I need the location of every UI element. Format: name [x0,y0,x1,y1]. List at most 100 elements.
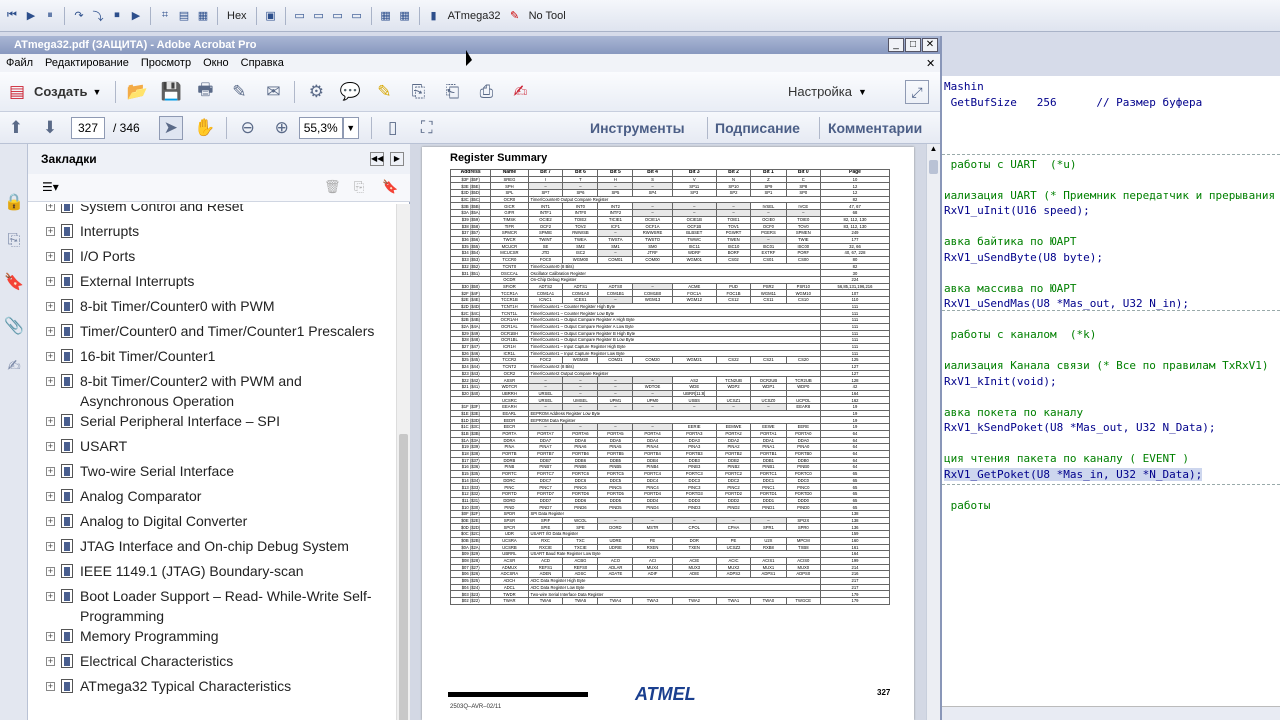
options-icon[interactable]: ☰▾ [42,180,59,194]
bookmark-icon[interactable]: 🔖 [4,272,24,294]
minimize-button[interactable]: _ [888,38,904,52]
lock-icon[interactable]: 🔒 [4,192,24,214]
code-line[interactable]: иализация Канала связи (* Все по правила… [944,359,1269,372]
comment-icon[interactable]: 💬 [338,80,362,104]
new-bookmark-icon[interactable]: ⎘ [354,179,364,195]
expand-icon[interactable]: + [46,252,55,261]
close-button[interactable]: ✕ [922,38,938,52]
close-doc-icon[interactable]: ✕ [926,57,935,70]
scroll-thumb[interactable] [399,434,408,720]
code-line[interactable]: работы с UART (*u) [944,158,1077,171]
expand-icon[interactable]: + [46,227,55,236]
create-button[interactable]: Создать [34,84,87,99]
delete-icon[interactable]: 🗑 [324,179,341,195]
menu-window[interactable]: Окно [197,57,235,69]
bookmark-item[interactable]: + Memory Programming [28,626,396,646]
page-number-input[interactable]: 327 [71,116,105,139]
zoom-in-icon[interactable]: ⊕ [270,116,294,140]
hand-tool-icon[interactable]: ✋ [193,116,217,140]
step-over-icon[interactable]: ⤵ [90,8,106,24]
code-line[interactable]: RxV1_uInit(U16 speed); [944,204,1090,217]
next-page-icon[interactable]: ⬇ [38,116,62,140]
fit-width-icon[interactable]: ⛶ [415,116,439,140]
grid-icon[interactable]: ▦ [378,8,394,24]
bookmark-item[interactable]: + USART [28,436,396,456]
document-scrollbar[interactable]: ▲ [926,144,940,720]
expand-icon[interactable]: + [46,417,55,426]
code-line[interactable]: авка покета по каналу [944,406,1083,419]
expand-icon[interactable]: + [46,467,55,476]
expand-icon[interactable]: + [46,327,55,336]
expand-icon[interactable]: + [46,517,55,526]
email-icon[interactable]: ✉ [261,80,285,104]
hex-toggle[interactable]: Hex [224,10,250,22]
scroll-up-icon[interactable]: ▲ [928,144,939,158]
run-icon[interactable]: ▶ [23,8,39,24]
save-icon[interactable]: 💾 [159,80,183,104]
menu-help[interactable]: Справка [235,57,290,69]
highlight-icon[interactable]: ✎ [372,80,396,104]
attach-icon[interactable]: ⎗ [440,80,464,104]
expand-icon[interactable]: + [46,204,55,211]
bookmark-item[interactable]: + IEEE 1149.1 (JTAG) Boundary-scan [28,561,396,581]
attachment-icon[interactable]: 📎 [4,316,24,338]
code-line[interactable]: RxV1_uSendByte(U8 byte); [944,251,1103,264]
bookmark-item[interactable]: + Electrical Characteristics [28,651,396,671]
expand-icon[interactable]: + [46,682,55,691]
menu-view[interactable]: Просмотр [135,57,197,69]
bookmark-item[interactable]: + I/O Ports [28,246,396,266]
find-bookmark-icon[interactable]: 🔖 [382,179,398,195]
pages-icon[interactable]: ⎘ [4,232,24,254]
fit-page-icon[interactable]: ▯ [381,116,405,140]
zoom-dropdown[interactable]: ▼ [342,116,359,139]
step-into-icon[interactable]: ↷ [71,8,87,24]
expand-panel-icon[interactable]: ▶ [390,152,404,166]
comments-link[interactable]: Комментарии [818,120,932,136]
expand-icon[interactable]: + [46,277,55,286]
open-folder-icon[interactable]: 📂 [125,80,149,104]
code-line[interactable]: работы с каналом (*k) [944,328,1097,341]
code-line[interactable]: RxV1_GetPoket(U8 *Mas_in, U32 *N_Data); [944,467,1203,481]
gear-icon[interactable]: ⚙ [304,80,328,104]
bookmark-item[interactable]: Programming [28,606,396,626]
tool-selector[interactable]: No Tool [526,10,569,22]
code-line[interactable]: GetBufSize 256 // Размер буфера [944,96,1203,109]
continue-icon[interactable]: ▶ [128,8,144,24]
maximize-button[interactable]: □ [905,38,921,52]
bookmark-item[interactable]: + Analog Comparator [28,486,396,506]
menu-file[interactable]: Файл [0,57,39,69]
device-selector[interactable]: ATmega32 [445,10,504,22]
chip-icon[interactable]: ▮ [426,8,442,24]
break-icon[interactable]: ⏹ [109,8,125,24]
window-icon[interactable]: ▭ [292,8,308,24]
expand-icon[interactable]: + [46,492,55,501]
zoom-out-icon[interactable]: ⊖ [236,116,260,140]
pause-icon[interactable]: ⏸ [42,8,58,24]
code-line[interactable]: RxV1_uSendMas(U8 *Mas_out, U32 N_in); [944,297,1189,310]
code-line[interactable]: авка байтика по ЮАРТ [944,235,1076,248]
expand-icon[interactable]: + [46,567,55,576]
menu-edit[interactable]: Редактирование [39,57,135,69]
signature-icon[interactable]: ✍ [4,356,24,378]
customize-button[interactable]: Настройка [788,84,852,99]
code-line[interactable]: работы [944,499,991,512]
stamp-icon[interactable]: ⎘ [406,80,430,104]
bookmark-item[interactable]: Asynchronous Operation [28,391,396,411]
window-icon[interactable]: ▭ [311,8,327,24]
bookmark-item[interactable]: + System Control and Reset [28,204,396,216]
expand-icon[interactable]: + [46,352,55,361]
bookmark-item[interactable]: + Analog to Digital Converter [28,511,396,531]
bookmarks-scrollbar[interactable] [396,204,410,720]
bookmark-item[interactable]: +8-bit Timer/Counter2 with PWM and [28,371,396,391]
collapse-panel-icon[interactable]: ◀◀ [370,152,384,166]
registers-icon[interactable]: ▦ [195,8,211,24]
window-icon[interactable]: ▭ [349,8,365,24]
bookmark-item[interactable]: + Two-wire Serial Interface [28,461,396,481]
bookmark-item[interactable]: + Interrupts [28,221,396,241]
print-icon[interactable]: 🖶 [193,80,217,104]
memory-icon[interactable]: ▤ [176,8,192,24]
chevron-down-icon[interactable]: ▼ [858,87,867,97]
bookmark-item[interactable]: + JTAG Interface and On-chip Debug System [28,536,396,556]
expand-icon[interactable]: + [46,632,55,641]
share-icon[interactable]: ⎙ [474,80,498,104]
